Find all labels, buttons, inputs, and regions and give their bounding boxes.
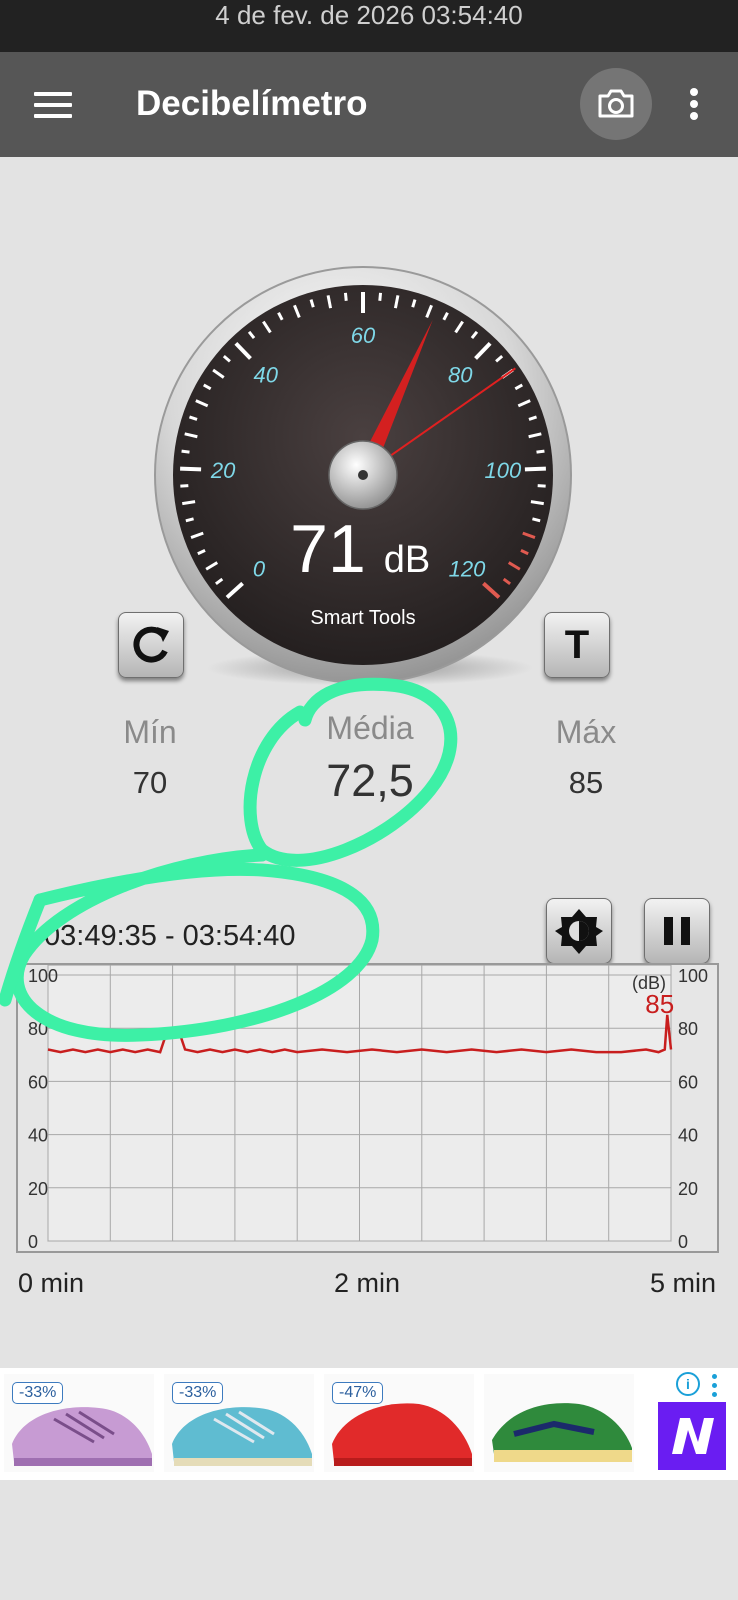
app-title: Decibelímetro xyxy=(136,84,368,123)
y-tick-label: 20 xyxy=(28,1179,48,1199)
gauge-scale-label: 120 xyxy=(449,557,486,582)
status-bar: 4 de fev. de 2026 03:54:40 xyxy=(0,0,738,52)
gauge-tick xyxy=(343,292,348,301)
app-bar: Decibelímetro xyxy=(0,52,738,157)
gauge-tick xyxy=(532,517,541,523)
max-value: 85 xyxy=(568,765,604,800)
gauge-tick xyxy=(536,449,545,454)
text-mode-label: T xyxy=(564,623,590,667)
x-tick-label: 5 min xyxy=(650,1268,717,1298)
avg-label: Média xyxy=(326,710,414,746)
y-tick-label: 60 xyxy=(28,1072,48,1092)
gauge-hub-center xyxy=(358,470,368,480)
max-label: Máx xyxy=(555,714,617,750)
time-range: 03:49:35 - 03:54:40 xyxy=(44,920,296,952)
db-history-chart: 0 0 20 20 40 40 60 60 80 80 100 100 (dB) 85 xyxy=(16,963,719,1253)
gauge-tick xyxy=(378,292,383,301)
pause-icon xyxy=(664,917,690,945)
gauge-scale-label: 20 xyxy=(210,458,236,483)
ad-product-card[interactable]: -33% xyxy=(4,1374,154,1472)
ad-product-card[interactable]: -47% xyxy=(324,1374,474,1472)
refresh-icon xyxy=(133,626,169,663)
brightness-icon xyxy=(555,909,603,954)
more-vert-icon[interactable] xyxy=(684,88,704,124)
brand-logo[interactable] xyxy=(658,1402,726,1470)
discount-badge: -47% xyxy=(332,1382,384,1404)
gauge-tick xyxy=(182,500,196,506)
discount-badge: -33% xyxy=(172,1382,224,1404)
ad-product-card[interactable]: -33% xyxy=(164,1374,314,1472)
gauge-tick xyxy=(180,466,202,472)
max-stat: Máx 85 xyxy=(486,714,686,801)
gauge-scale-label: 40 xyxy=(254,362,279,387)
min-value: 70 xyxy=(132,765,168,800)
gauge-tick xyxy=(524,466,546,472)
gauge-value: 71 xyxy=(290,511,366,587)
gauge-tick xyxy=(185,517,194,523)
camera-button[interactable] xyxy=(580,68,652,140)
y-tick-label: 40 xyxy=(678,1126,698,1146)
gauge-tick xyxy=(530,500,544,506)
gauge-scale-label: 0 xyxy=(253,557,266,582)
avg-stat: Média 72,5 xyxy=(270,710,470,807)
pause-button[interactable] xyxy=(644,898,710,964)
gauge-scale-label: 100 xyxy=(485,458,522,483)
ad-product-card[interactable] xyxy=(484,1374,634,1472)
brand-logo-mark xyxy=(672,1418,714,1454)
status-datetime: 4 de fev. de 2026 03:54:40 xyxy=(215,0,523,30)
x-tick-label: 2 min xyxy=(334,1268,401,1298)
gauge-brand: Smart Tools xyxy=(310,607,415,629)
brightness-button[interactable] xyxy=(546,898,612,964)
more-vert-icon[interactable] xyxy=(712,1374,720,1401)
camera-icon xyxy=(598,89,634,118)
peak-label: 85 xyxy=(645,989,674,1019)
y-tick-label: 80 xyxy=(678,1019,698,1039)
gauge-unit: dB xyxy=(384,539,430,581)
y-tick-label: 60 xyxy=(678,1072,698,1092)
text-mode-button[interactable]: T xyxy=(544,612,610,678)
y-tick-label: 100 xyxy=(28,966,58,986)
reset-button[interactable] xyxy=(118,612,184,678)
min-stat: Mín 70 xyxy=(50,714,250,801)
y-tick-label: 80 xyxy=(28,1019,48,1039)
y-tick-label: 0 xyxy=(28,1232,38,1252)
ad-banner[interactable]: -33% -33% -47% i xyxy=(0,1368,738,1480)
info-icon[interactable]: i xyxy=(676,1372,700,1396)
gauge-scale-label: 80 xyxy=(448,362,473,387)
gauge-tick xyxy=(181,449,190,454)
shoe-image xyxy=(492,1403,632,1462)
x-tick-label: 0 min xyxy=(18,1268,85,1298)
sound-meter-gauge: 0 20 40 60 80 100 120 71 dB Smart Tools xyxy=(150,262,590,702)
min-label: Mín xyxy=(123,714,177,750)
discount-badge: -33% xyxy=(12,1382,64,1404)
gauge-scale-label: 60 xyxy=(351,323,376,348)
y-tick-label: 0 xyxy=(678,1232,688,1252)
avg-value: 72,5 xyxy=(326,755,414,806)
y-tick-label: 40 xyxy=(28,1126,48,1146)
y-tick-label: 20 xyxy=(678,1179,698,1199)
menu-icon[interactable] xyxy=(34,92,72,118)
y-tick-label: 100 xyxy=(678,966,708,986)
